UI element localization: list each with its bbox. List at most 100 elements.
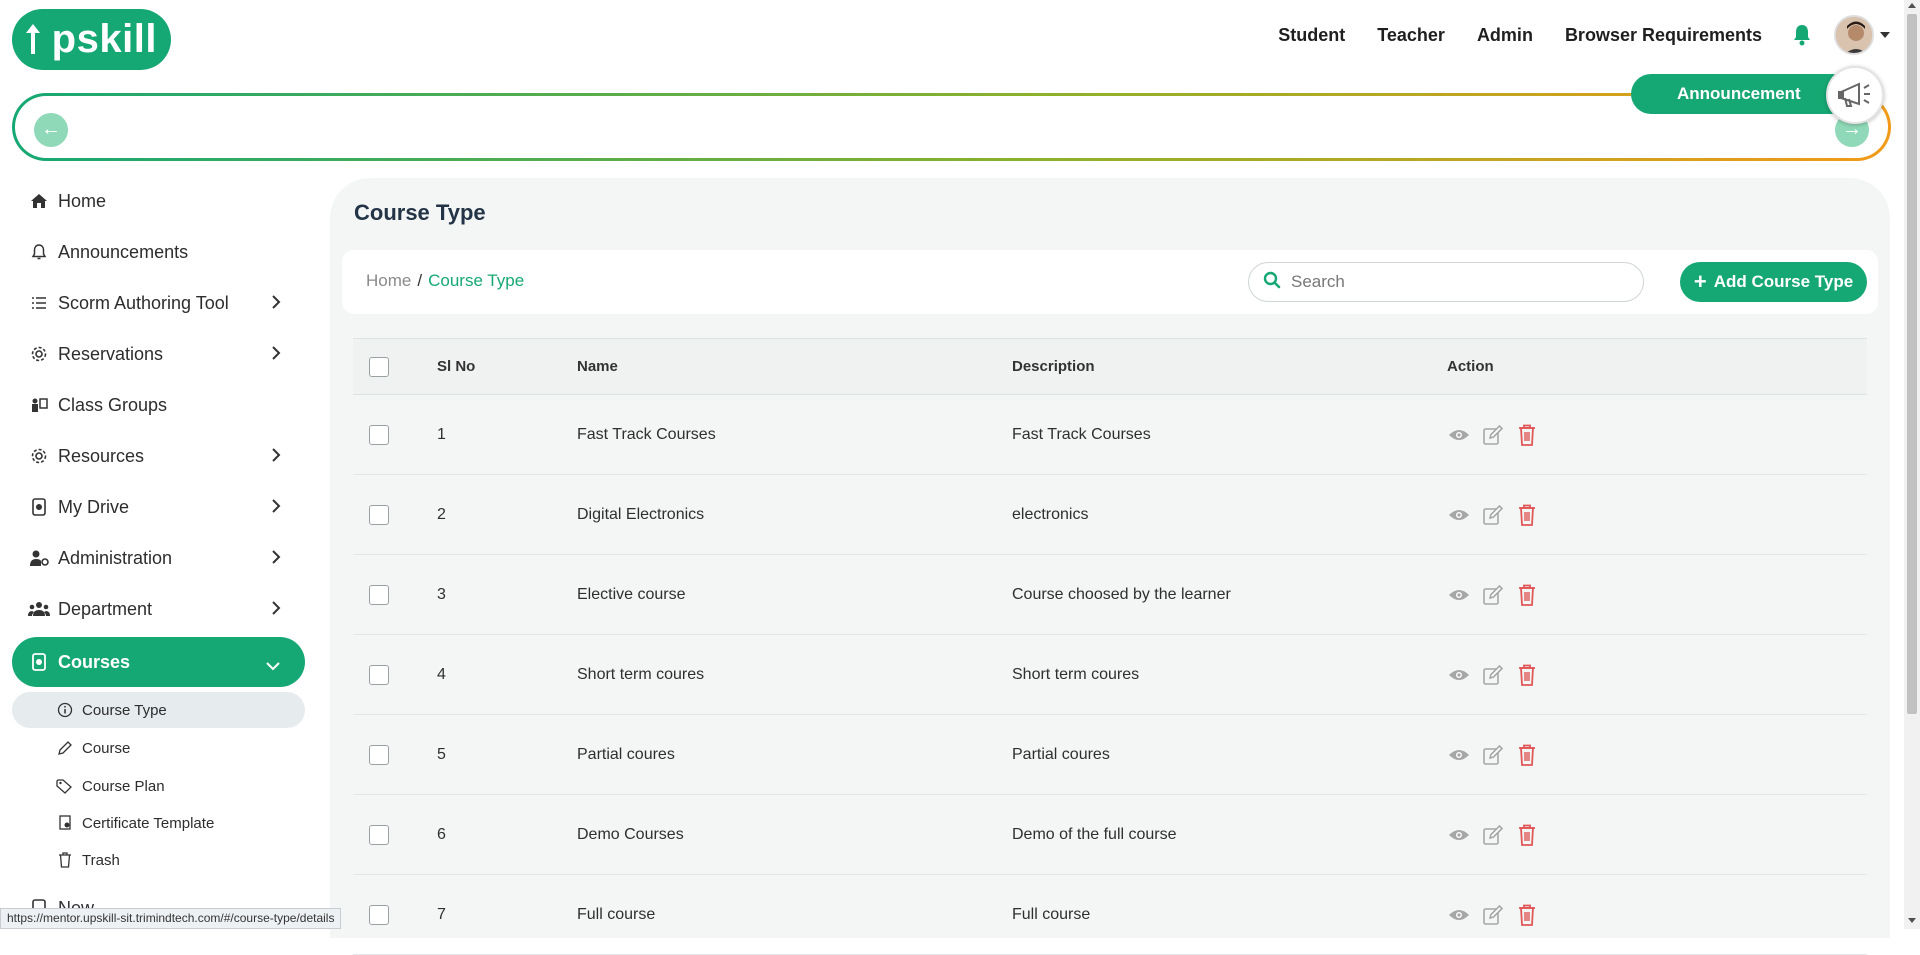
table-row: 1 Fast Track Courses Fast Track Courses — [353, 395, 1867, 475]
home-icon — [28, 191, 50, 211]
sidebar-subitem-certificate-template[interactable]: Certificate Template — [12, 805, 305, 841]
edit-icon[interactable] — [1481, 823, 1505, 847]
delete-trash-icon[interactable] — [1515, 583, 1539, 607]
nav-teacher[interactable]: Teacher — [1377, 25, 1445, 46]
header-name: Name — [577, 358, 618, 375]
sidebar-subitem-label: Course Type — [82, 701, 167, 719]
page-scrollbar[interactable] — [1904, 0, 1920, 929]
sidebar-subitem-course-plan[interactable]: Course Plan — [12, 768, 305, 804]
delete-trash-icon[interactable] — [1515, 503, 1539, 527]
sidebar-item-scorm-authoring-tool[interactable]: Scorm Authoring Tool — [12, 278, 305, 328]
sidebar-item-my-drive[interactable]: My Drive — [12, 482, 305, 532]
row-actions — [1447, 715, 1549, 794]
delete-trash-icon[interactable] — [1515, 823, 1539, 847]
edit-icon[interactable] — [1481, 423, 1505, 447]
search-icon — [1263, 271, 1281, 294]
nav-browser-requirements[interactable]: Browser Requirements — [1565, 25, 1762, 46]
sidebar-subitem-course[interactable]: Course — [12, 730, 305, 766]
row-description: Fast Track Courses — [1012, 425, 1151, 443]
edit-icon[interactable] — [1481, 583, 1505, 607]
row-actions — [1447, 395, 1549, 474]
edit-icon[interactable] — [1481, 503, 1505, 527]
edit-icon[interactable] — [1481, 743, 1505, 767]
drive-icon — [28, 497, 50, 517]
upskill-logo[interactable]: pskill — [12, 9, 171, 70]
row-checkbox[interactable] — [369, 424, 389, 445]
row-checkbox[interactable] — [369, 744, 389, 765]
class-groups-icon — [28, 395, 50, 415]
row-description: Course choosed by the learner — [1012, 585, 1231, 603]
sidebar-item-class-groups[interactable]: Class Groups — [12, 380, 305, 430]
nav-admin[interactable]: Admin — [1477, 25, 1533, 46]
sidebar-subitem-trash[interactable]: Trash — [12, 842, 305, 878]
view-eye-icon[interactable] — [1447, 583, 1471, 607]
row-name: Demo Courses — [577, 825, 684, 843]
row-name: Digital Electronics — [577, 505, 705, 523]
row-checkbox[interactable] — [369, 504, 389, 525]
breadcrumb-home[interactable]: Home — [366, 271, 411, 290]
sidebar-item-label: Announcements — [58, 241, 189, 262]
sidebar-item-label: Department — [58, 598, 153, 619]
edit-icon[interactable] — [1481, 903, 1505, 927]
view-eye-icon[interactable] — [1447, 423, 1471, 447]
sidebar-item-label: Courses — [58, 651, 131, 672]
view-eye-icon[interactable] — [1447, 823, 1471, 847]
sidebar-item-label: Home — [58, 190, 107, 211]
user-menu[interactable] — [1834, 15, 1890, 55]
row-checkbox[interactable] — [369, 904, 389, 925]
row-name: Full course — [577, 905, 656, 923]
top-nav: Student Teacher Admin Browser Requiremen… — [1246, 15, 1904, 55]
table-header: Sl No Name Description Action — [353, 338, 1867, 395]
chevron-down-icon — [265, 655, 281, 676]
scrollbar-thumb[interactable] — [1907, 14, 1917, 714]
sidebar-subitem-course-type[interactable]: Course Type — [12, 692, 305, 728]
view-eye-icon[interactable] — [1447, 663, 1471, 687]
sidebar-item-announcements[interactable]: Announcements — [12, 227, 305, 277]
row-sl-no: 1 — [437, 425, 446, 443]
chevron-right-icon — [271, 600, 281, 621]
search-input[interactable] — [1291, 272, 1611, 292]
row-sl-no: 5 — [437, 745, 446, 763]
view-eye-icon[interactable] — [1447, 503, 1471, 527]
delete-trash-icon[interactable] — [1515, 423, 1539, 447]
add-course-type-button[interactable]: + Add Course Type — [1680, 262, 1867, 302]
sidebar-subitem-label: Course Plan — [82, 777, 165, 795]
sidebar-item-home[interactable]: Home — [12, 176, 305, 226]
table-row: 2 Digital Electronics electronics — [353, 475, 1867, 555]
chevron-right-icon — [271, 549, 281, 570]
courses-icon — [28, 652, 50, 672]
sidebar-item-reservations[interactable]: Reservations — [12, 329, 305, 379]
row-checkbox[interactable] — [369, 584, 389, 605]
delete-trash-icon[interactable] — [1515, 903, 1539, 927]
megaphone-icon[interactable] — [1826, 66, 1884, 124]
sidebar-item-department[interactable]: Department — [12, 584, 305, 634]
view-eye-icon[interactable] — [1447, 903, 1471, 927]
view-eye-icon[interactable] — [1447, 743, 1471, 767]
sidebar-item-administration[interactable]: Administration — [12, 533, 305, 583]
row-sl-no: 7 — [437, 905, 446, 923]
sidebar-item-courses[interactable]: Courses — [12, 637, 305, 687]
nav-student[interactable]: Student — [1278, 25, 1345, 46]
row-checkbox-cell — [369, 635, 389, 714]
status-bar-url: https://mentor.upskill-sit.trimindtech.c… — [0, 908, 342, 929]
row-sl-no: 6 — [437, 825, 446, 843]
breadcrumb-current: Course Type — [428, 271, 525, 290]
row-checkbox[interactable] — [369, 824, 389, 845]
row-actions — [1447, 875, 1549, 954]
logo-arrow-icon — [26, 17, 52, 61]
header-sl-no: Sl No — [437, 358, 476, 375]
announcement-button[interactable]: Announcement — [1631, 74, 1853, 114]
scroll-down-icon[interactable] — [1908, 918, 1916, 923]
arrow-left-icon[interactable]: ← — [34, 113, 68, 147]
sidebar-item-resources[interactable]: Resources — [12, 431, 305, 481]
select-all-checkbox[interactable] — [369, 356, 389, 377]
row-checkbox[interactable] — [369, 664, 389, 685]
notification-bell-icon[interactable] — [1792, 24, 1812, 46]
edit-icon[interactable] — [1481, 663, 1505, 687]
delete-trash-icon[interactable] — [1515, 743, 1539, 767]
delete-trash-icon[interactable] — [1515, 663, 1539, 687]
avatar — [1834, 15, 1874, 55]
row-description: Full course — [1012, 905, 1091, 923]
scroll-up-icon[interactable] — [1908, 3, 1916, 8]
row-name: Partial coures — [577, 745, 675, 763]
